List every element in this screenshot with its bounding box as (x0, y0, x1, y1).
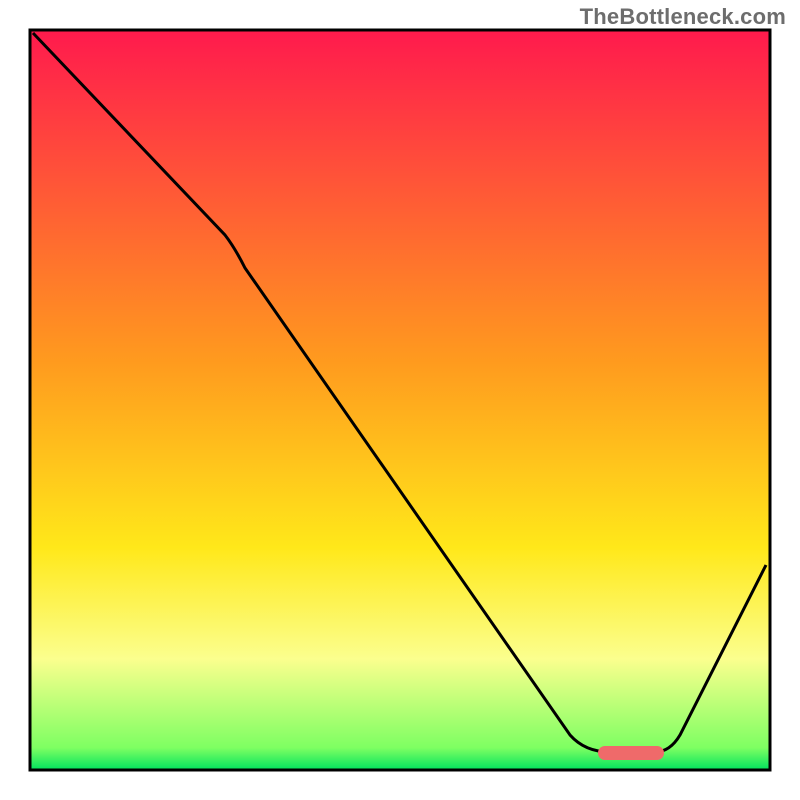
chart-svg (0, 0, 800, 800)
watermark-text: TheBottleneck.com (580, 4, 786, 30)
plot-background (30, 30, 770, 770)
sweet-spot-marker (598, 746, 664, 760)
chart-stage: TheBottleneck.com (0, 0, 800, 800)
